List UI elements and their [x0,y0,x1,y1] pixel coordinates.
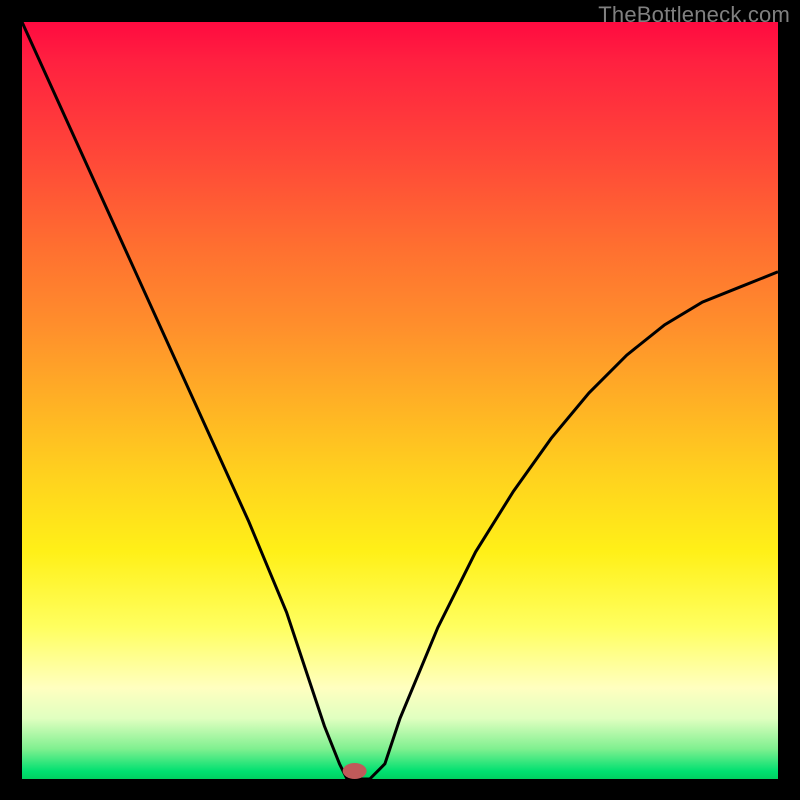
plot-area [22,22,778,779]
chart-frame: TheBottleneck.com [0,0,800,800]
watermark-text: TheBottleneck.com [598,2,790,28]
